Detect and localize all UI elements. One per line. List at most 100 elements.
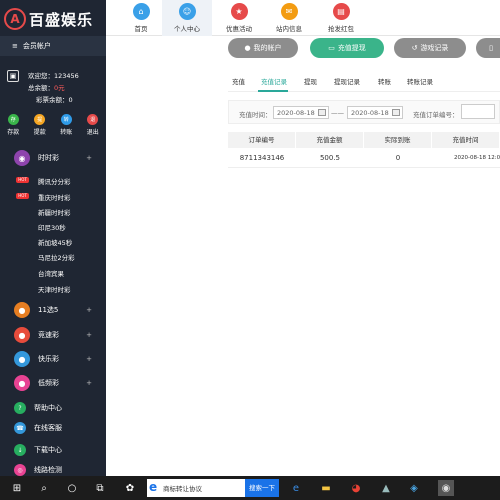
date-from-value: 2020-08-18 [277, 109, 315, 117]
cell-amount: 500.5 [296, 148, 364, 168]
button-label: 游戏记录 [420, 44, 449, 52]
racing-icon: ● [14, 327, 30, 343]
sub-tencent[interactable]: 腾讯分分彩 [38, 176, 71, 186]
lowfreq-icon: ● [14, 375, 30, 391]
date-from-input[interactable]: 2020-08-18 [273, 106, 329, 119]
sub-indonesia[interactable]: 印尼30秒 [38, 222, 66, 232]
quick-actions: 存存款 提提款 转转账 退退出 [0, 114, 106, 142]
folder-icon[interactable]: ▬ [318, 480, 334, 496]
date-separator: —— [331, 109, 344, 117]
record-tabs: 充值 充值记录 提现 提现记录 转账 转账记录 [228, 70, 500, 92]
category-label: 低频彩 [38, 379, 59, 387]
kuaile-icon: ● [14, 351, 30, 367]
cortana-icon[interactable]: ○ [64, 480, 80, 496]
cell-time: 2020-08-18 12:01 [432, 148, 500, 168]
app3-icon[interactable]: ◈ [406, 480, 422, 496]
app4-icon[interactable]: ◉ [438, 480, 454, 496]
nav-promotions[interactable]: ★ 优惠活动 [214, 0, 264, 36]
app-icon[interactable]: ✿ [122, 480, 138, 496]
withdraw-icon: 提 [34, 114, 46, 125]
tab-withdraw-records[interactable]: 提现记录 [334, 76, 360, 86]
order-label: 充值订单编号： [413, 111, 459, 119]
help-center[interactable]: ? 帮助中心 [14, 402, 62, 414]
chrome-icon[interactable]: ◕ [348, 480, 364, 496]
tab-transfer-records[interactable]: 转账记录 [407, 76, 433, 86]
taskbar-search-button[interactable]: 搜索一下 [245, 479, 279, 497]
deposit-withdraw-button[interactable]: ▭ 充值提现 [310, 38, 384, 58]
sub-manila[interactable]: 马尼拉2分彩 [38, 252, 75, 262]
date-to-input[interactable]: 2020-08-18 [347, 106, 403, 119]
order-number-input[interactable] [461, 104, 495, 119]
redpacket-icon: ▤ [332, 3, 350, 20]
bottom-label: 下载中心 [34, 446, 62, 454]
col-order-no: 订单编号 [228, 132, 296, 148]
search-text: 商标转让协议 [163, 485, 202, 493]
col-time: 充值时间 [432, 132, 500, 148]
headset-icon: ☎ [14, 422, 26, 434]
calendar-icon[interactable] [392, 109, 400, 116]
category-lowfreq[interactable]: ● 低频彩 + [0, 373, 106, 393]
nav-label: 首页 [134, 25, 148, 33]
nav-messages[interactable]: ✉ 站内信息 [264, 0, 314, 36]
member-account-header[interactable]: ≡ 会员帐户 [0, 36, 106, 56]
user-info: ▣ 欢迎您：123456 总余额：0元 彩票余额：0 [0, 64, 106, 106]
doc-icon: ▯ [489, 44, 493, 52]
nav-personal-center[interactable]: ☺ 个人中心 [162, 0, 212, 36]
message-icon: ✉ [280, 3, 298, 20]
category-racing[interactable]: ● 竞速彩 + [0, 325, 106, 345]
task-view-icon[interactable]: ⧉ [92, 480, 108, 496]
expand-icon: + [86, 331, 92, 339]
app2-icon[interactable]: ▲ [378, 480, 394, 496]
my-account-button[interactable]: ● 我的帐户 [228, 38, 298, 58]
hot-badge: HOT [16, 193, 29, 199]
deposit-panel: 充值 充值记录 提现 提现记录 转账 转账记录 充值时间： 2020-08-18… [228, 70, 500, 176]
quick-deposit[interactable]: 存存款 [7, 114, 19, 142]
11x5-icon: ● [14, 302, 30, 318]
sub-xinjiang[interactable]: 新疆时时彩 [38, 207, 71, 217]
category-kuaile[interactable]: ● 快乐彩 + [0, 349, 106, 369]
sub-taiwan-bingo[interactable]: 台湾宾果 [38, 268, 64, 278]
tab-withdraw[interactable]: 提现 [304, 76, 317, 86]
lottery-balance: 彩票余额：0 [36, 96, 73, 104]
logout-icon: 退 [87, 114, 99, 125]
nav-red-packet[interactable]: ▤ 抢发红包 [316, 0, 366, 36]
tab-deposit-records[interactable]: 充值记录 [261, 76, 287, 86]
category-label: 时时彩 [38, 154, 59, 162]
download-center[interactable]: ↓ 下载中心 [14, 444, 62, 456]
game-records-button[interactable]: ↺ 游戏记录 [394, 38, 466, 58]
search-icon[interactable]: ⌕ [36, 480, 52, 496]
nav-home[interactable]: ⌂ 首页 [116, 0, 166, 36]
ie-icon: e [149, 480, 158, 494]
greeting: 欢迎您：123456 [28, 72, 79, 80]
nav-label: 个人中心 [174, 25, 200, 33]
category-shishicai[interactable]: ◉ 时时彩 + [0, 148, 106, 168]
expand-icon: + [86, 379, 92, 387]
nav-label: 站内信息 [276, 25, 302, 33]
online-service[interactable]: ☎ 在线客服 [14, 422, 62, 434]
sub-singapore[interactable]: 新加坡45秒 [38, 237, 72, 247]
home-icon: ⌂ [132, 3, 150, 20]
calendar-icon[interactable] [318, 109, 326, 116]
filter-bar: 充值时间： 2020-08-18 —— 2020-08-18 充值订单编号： [228, 100, 500, 124]
nav-label: 优惠活动 [226, 25, 252, 33]
more-button[interactable]: ▯ [476, 38, 500, 58]
card-icon: ▭ [328, 44, 335, 52]
line-check[interactable]: ◎ 线路检测 [14, 464, 62, 476]
taskbar-search-input[interactable]: e 商标转让协议 [147, 479, 245, 497]
deposit-icon: 存 [7, 114, 19, 125]
quick-logout[interactable]: 退退出 [87, 114, 99, 142]
windows-start-icon[interactable]: ⊞ [9, 480, 25, 496]
col-amount: 充值金额 [296, 132, 364, 148]
edge-icon[interactable]: e [288, 480, 304, 496]
sub-chongqing[interactable]: 重庆时时彩 [38, 192, 71, 202]
quick-transfer[interactable]: 转转账 [60, 114, 72, 142]
tab-transfer[interactable]: 转账 [378, 76, 391, 86]
quick-withdraw[interactable]: 提提款 [34, 114, 46, 142]
brand-logo[interactable]: A 百盛娱乐 [4, 6, 104, 32]
line-check-icon: ◎ [14, 464, 26, 476]
cell-order-no: 8711343146 [228, 148, 296, 168]
category-label: 快乐彩 [38, 355, 59, 363]
category-11x5[interactable]: ● 11选5 + [0, 300, 106, 320]
tab-deposit[interactable]: 充值 [232, 76, 245, 86]
sub-tianjin[interactable]: 天津时时彩 [38, 284, 71, 294]
